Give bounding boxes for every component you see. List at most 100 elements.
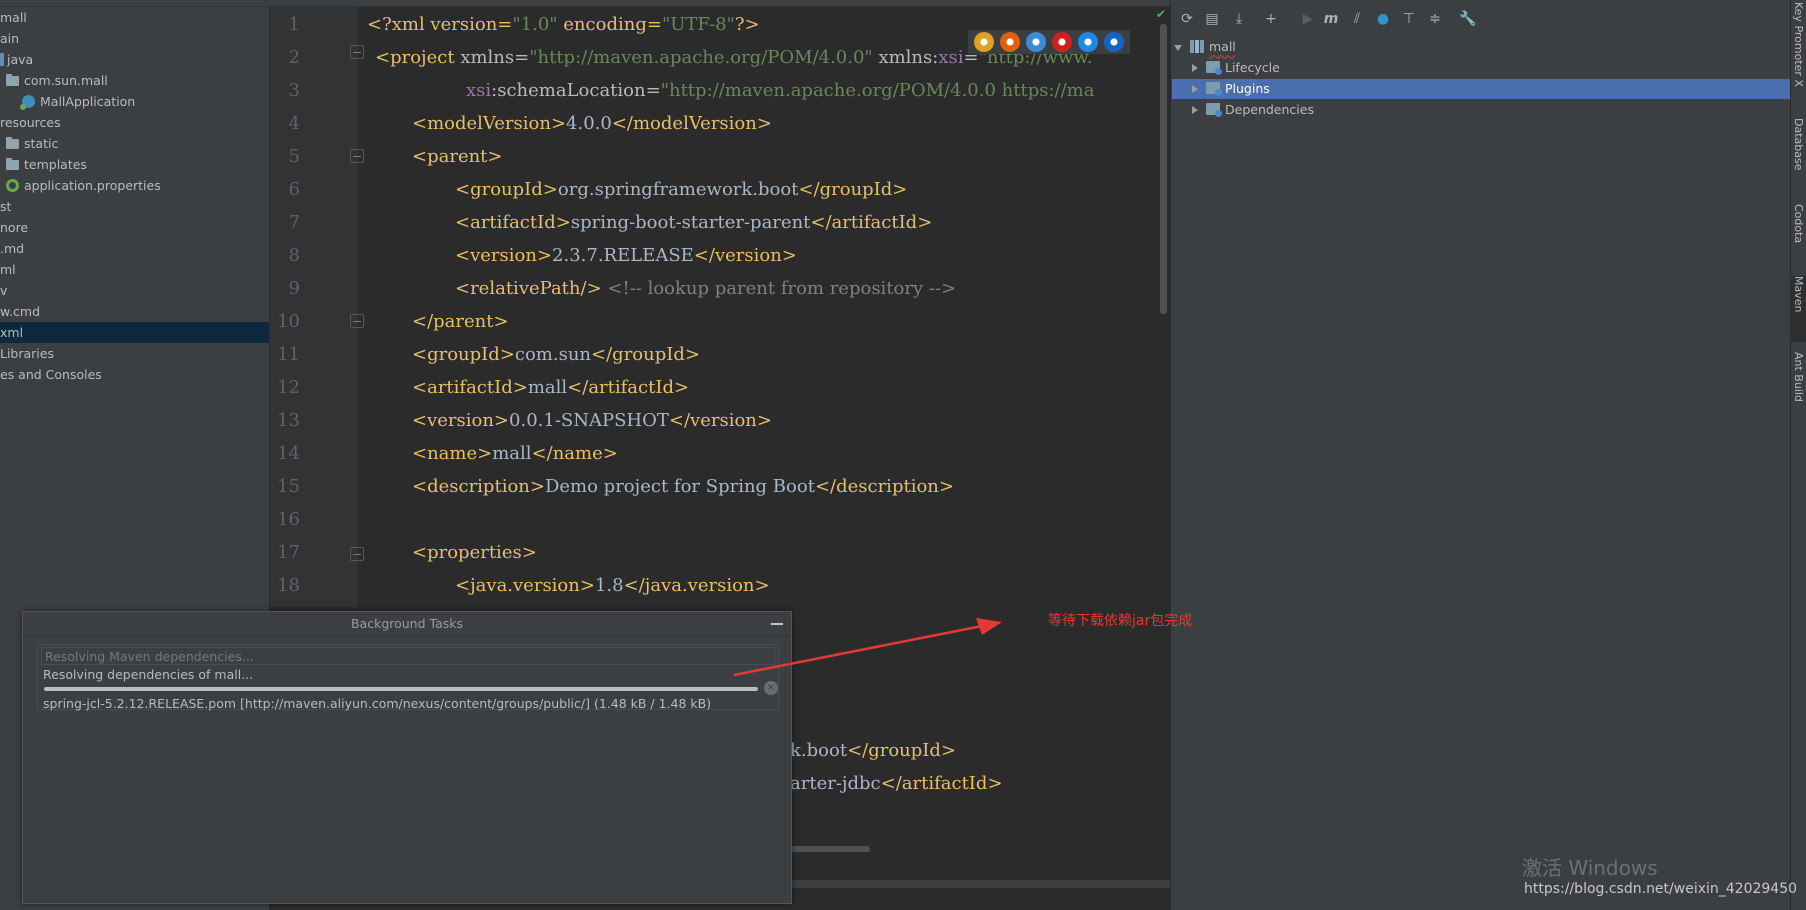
- side-tab-database[interactable]: Database: [1790, 118, 1806, 194]
- tree-item[interactable]: nore: [0, 217, 28, 238]
- windows-activation-watermark: 激活 Windows: [1522, 856, 1658, 880]
- tree-item[interactable]: com.sun.mall: [6, 70, 108, 91]
- code-line-11[interactable]: <groupId>com.sun</groupId>: [412, 344, 700, 365]
- toggle-offline-icon[interactable]: ⫽: [1348, 10, 1366, 28]
- expand-arrow-icon[interactable]: [1192, 64, 1198, 72]
- fold-marker[interactable]: [350, 314, 364, 328]
- safari-icon[interactable]: [1026, 32, 1046, 52]
- maven-node-label: Dependencies: [1225, 102, 1314, 117]
- fold-marker[interactable]: [350, 149, 364, 163]
- code-token: "http://maven.apache.org/POM/4.0.0 https…: [660, 80, 1095, 101]
- code-line-9[interactable]: <relativePath/> <!-- lookup parent from …: [455, 278, 956, 299]
- maven-node-dependencies[interactable]: Dependencies: [1192, 100, 1314, 120]
- dialog-title: Background Tasks: [23, 612, 791, 636]
- tree-item[interactable]: ml: [0, 259, 16, 280]
- line-number: 3: [288, 80, 300, 101]
- maven-root-node[interactable]: mall: [1174, 37, 1236, 57]
- code-line-10[interactable]: </parent>: [412, 311, 509, 332]
- side-tab-maven[interactable]: Maven: [1790, 276, 1806, 342]
- code-line-15[interactable]: <description>Demo project for Spring Boo…: [412, 476, 954, 497]
- opera-icon[interactable]: [1052, 32, 1072, 52]
- code-line-18[interactable]: <java.version>1.8</java.version>: [455, 575, 770, 596]
- line-number: 13: [277, 410, 300, 431]
- tree-item[interactable]: application.properties: [6, 175, 161, 196]
- generate-sources-icon[interactable]: ▤: [1203, 10, 1221, 28]
- line-number: 12: [277, 377, 300, 398]
- tree-item-label: w.cmd: [0, 304, 41, 319]
- code-token: arter-jdbc: [790, 773, 881, 794]
- side-tab-ant-build[interactable]: Ant Build: [1790, 352, 1806, 420]
- code-token: xmlns:: [872, 47, 939, 68]
- code-token: </name>: [531, 443, 618, 464]
- code-line-17[interactable]: <properties>: [412, 542, 537, 563]
- tree-item[interactable]: templates: [6, 154, 87, 175]
- cancel-task-icon[interactable]: ×: [764, 681, 778, 695]
- tree-item-label: mall: [0, 10, 27, 25]
- code-token: </artifactId>: [880, 773, 1003, 794]
- tree-item[interactable]: .md: [0, 238, 24, 259]
- tree-item[interactable]: st: [0, 196, 11, 217]
- code-line-8[interactable]: <version>2.3.7.RELEASE</version>: [455, 245, 797, 266]
- side-tab-key-promoter-x[interactable]: Key Promoter X: [1790, 2, 1806, 96]
- expand-arrow-icon[interactable]: [1192, 106, 1198, 114]
- code-line-4[interactable]: <modelVersion>4.0.0</modelVersion>: [412, 113, 772, 134]
- tree-item[interactable]: static: [6, 133, 58, 154]
- code-line-12[interactable]: <artifactId>mall</artifactId>: [412, 377, 689, 398]
- code-token: </artifactId>: [810, 212, 933, 233]
- firefox-icon[interactable]: [1000, 32, 1020, 52]
- chrome-icon[interactable]: [974, 32, 994, 52]
- code-token: "http://maven.apache.org/POM/4.0.0": [529, 47, 873, 68]
- code-token: <properties>: [412, 542, 537, 563]
- tree-item-label: ml: [0, 262, 16, 277]
- tree-item[interactable]: w.cmd: [0, 301, 40, 322]
- tree-item[interactable]: MallApplication: [20, 91, 135, 112]
- annotation-arrow: [733, 618, 1002, 677]
- code-line-5[interactable]: <parent>: [412, 146, 503, 167]
- tree-item[interactable]: ain: [0, 28, 19, 49]
- code-token: mall: [492, 443, 532, 464]
- download-icon[interactable]: ⤓: [1230, 10, 1248, 28]
- fold-marker[interactable]: [350, 547, 364, 561]
- reload-icon[interactable]: ⟳: [1178, 10, 1196, 28]
- settings-icon[interactable]: 🔧: [1459, 10, 1477, 28]
- properties-file-icon: [6, 179, 19, 192]
- side-tab-codota[interactable]: Codota: [1790, 204, 1806, 262]
- tree-item[interactable]: resources: [0, 112, 61, 133]
- tree-item[interactable]: Libraries: [0, 343, 54, 364]
- tree-item[interactable]: mall: [0, 7, 27, 28]
- code-line-partial[interactable]: arter-jdbc</artifactId>: [790, 773, 1003, 794]
- ie-icon[interactable]: [1078, 32, 1098, 52]
- tree-item[interactable]: es and Consoles: [0, 364, 102, 385]
- code-line-13[interactable]: <version>0.0.1-SNAPSHOT</version>: [412, 410, 772, 431]
- show-dependencies-icon[interactable]: ⊤: [1400, 10, 1418, 28]
- maven-node-lifecycle[interactable]: Lifecycle: [1192, 58, 1280, 78]
- run-icon[interactable]: ▶: [1299, 10, 1317, 28]
- tree-item[interactable]: java: [0, 49, 33, 70]
- code-line-partial[interactable]: k.boot</groupId>: [790, 740, 956, 761]
- code-line-14[interactable]: <name>mall</name>: [412, 443, 618, 464]
- code-line-7[interactable]: <artifactId>spring-boot-starter-parent</…: [455, 212, 932, 233]
- editor-vertical-scrollbar[interactable]: [1160, 24, 1167, 314]
- code-token: <java.version>: [455, 575, 595, 596]
- maven-node-plugins[interactable]: Plugins: [1172, 79, 1790, 99]
- fold-marker[interactable]: [350, 45, 364, 59]
- collapse-all-icon[interactable]: ≑: [1426, 10, 1444, 28]
- add-icon[interactable]: +: [1262, 10, 1280, 28]
- tree-item-label: v: [0, 283, 8, 298]
- editor-horizontal-scrollbar[interactable]: [790, 846, 870, 852]
- tree-item[interactable]: xml: [0, 322, 269, 343]
- code-line-6[interactable]: <groupId>org.springframework.boot</group…: [455, 179, 907, 200]
- skip-tests-icon[interactable]: ●: [1374, 10, 1392, 28]
- execute-goal-icon[interactable]: m: [1322, 10, 1340, 28]
- edge-icon[interactable]: [1104, 32, 1124, 52]
- code-line-1[interactable]: <?xml version="1.0" encoding="UTF-8"?>: [367, 14, 760, 35]
- expand-arrow-icon[interactable]: [1174, 45, 1182, 51]
- tree-item[interactable]: v: [0, 280, 7, 301]
- code-token: <?xml version=: [367, 14, 513, 35]
- code-token: Demo project for Spring Boot: [544, 476, 815, 497]
- expand-arrow-icon[interactable]: [1192, 85, 1198, 93]
- code-line-3[interactable]: xsi:schemaLocation="http://maven.apache.…: [466, 80, 1094, 101]
- folder-icon: [6, 137, 19, 149]
- task-progress-bar: [44, 687, 758, 691]
- code-token: </version>: [693, 245, 797, 266]
